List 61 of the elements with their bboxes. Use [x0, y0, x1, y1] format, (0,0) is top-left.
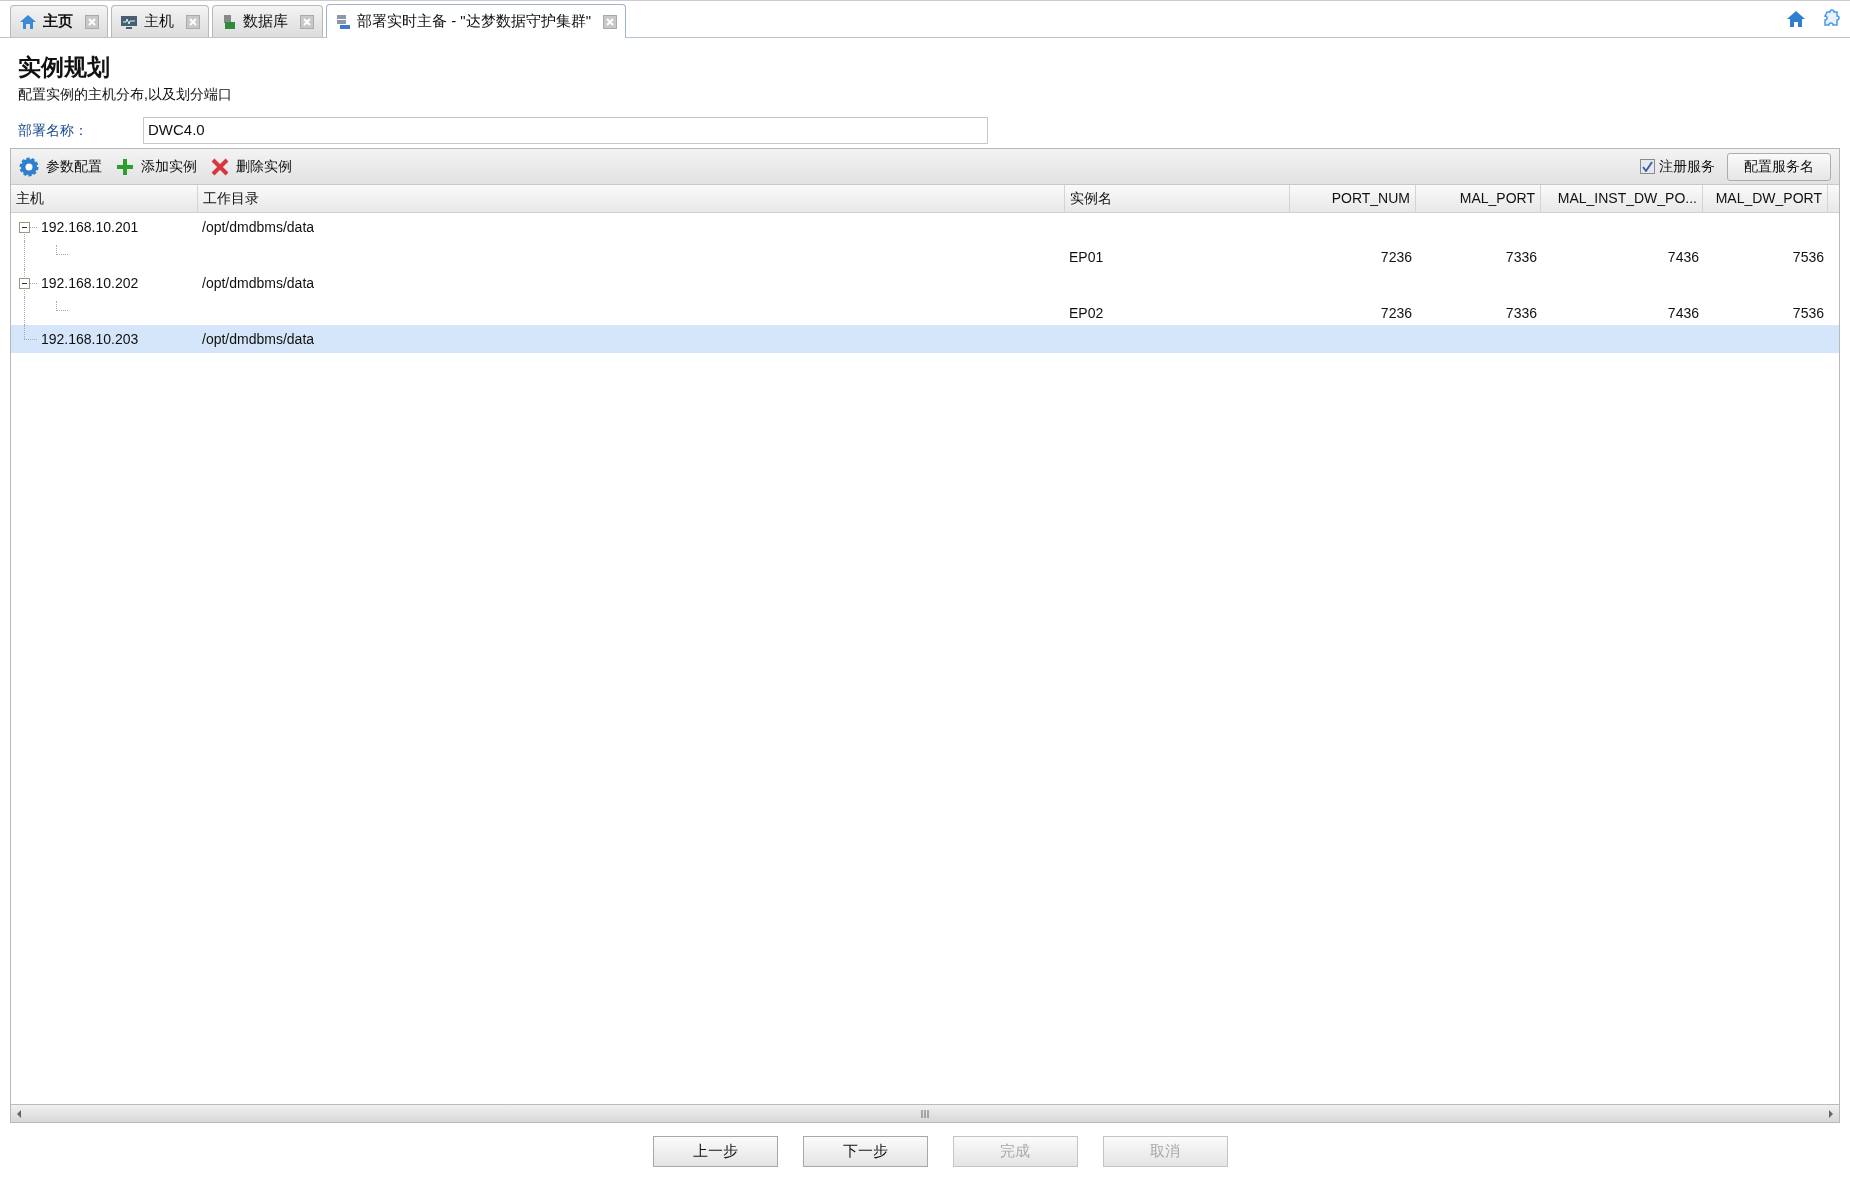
close-icon[interactable] [186, 14, 200, 29]
config-service-button[interactable]: 配置服务名 [1727, 152, 1831, 181]
page-title: 实例规划 [18, 53, 111, 82]
field-label: 部署名称： [18, 121, 89, 140]
column-header[interactable]: MAL_INST_DW_PO... [1541, 185, 1703, 212]
wizard-button[interactable]: 下一步 [802, 1135, 928, 1167]
port-number: 7336 [1505, 248, 1537, 267]
wizard-button[interactable]: 上一步 [652, 1135, 778, 1167]
column-header[interactable]: 主机 [11, 185, 198, 212]
port-number: 7236 [1380, 304, 1412, 323]
table-row[interactable]: 192.168.10.201 /opt/dmdbms/data [11, 213, 1839, 241]
port-number: 7536 [1792, 304, 1824, 323]
instance-name: EP01 [1069, 248, 1104, 267]
home-icon[interactable] [1786, 10, 1806, 28]
monitor-icon [120, 13, 138, 30]
port-number: 7236 [1380, 248, 1412, 267]
tab[interactable]: 主页 [10, 5, 108, 37]
port-number: 7536 [1792, 248, 1824, 267]
collapse-toggle-icon[interactable] [19, 278, 30, 289]
database-icon [221, 13, 237, 30]
port-number: 7336 [1505, 304, 1537, 323]
table-row[interactable]: EP01 7236 7336 7436 7536 [11, 241, 1839, 269]
gear-icon [19, 156, 39, 177]
column-header[interactable]: 工作目录 [198, 185, 1065, 212]
horizontal-scrollbar[interactable] [11, 1104, 1839, 1122]
toolbar-button[interactable]: 删除实例 [211, 156, 292, 177]
host-address: 192.168.10.203 [41, 329, 139, 349]
directory-path: /opt/dmdbms/data [202, 329, 315, 349]
tab[interactable]: 主机 [111, 5, 209, 37]
host-address: 192.168.10.201 [41, 217, 139, 237]
grip-icon [920, 1109, 930, 1118]
directory-path: /opt/dmdbms/data [202, 217, 315, 237]
check-icon [1642, 161, 1653, 172]
table-row[interactable]: 192.168.10.202 /opt/dmdbms/data [11, 269, 1839, 297]
deploy-name-field[interactable]: DWC4.0 [143, 117, 988, 144]
directory-path: /opt/dmdbms/data [202, 273, 315, 293]
table-row[interactable]: 192.168.10.203 /opt/dmdbms/data [11, 325, 1839, 353]
server-icon [335, 13, 351, 30]
column-header[interactable]: MAL_PORT [1416, 185, 1541, 212]
checkbox[interactable] [1640, 159, 1655, 174]
tab[interactable]: 数据库 [212, 5, 323, 37]
checkbox-label: 注册服务 [1659, 157, 1715, 176]
close-icon[interactable] [85, 14, 99, 29]
close-icon[interactable] [603, 14, 617, 29]
column-header[interactable]: PORT_NUM [1290, 185, 1416, 212]
toolbar-button[interactable]: 参数配置 [19, 156, 102, 177]
plus-icon [116, 157, 134, 176]
page-subtitle: 配置实例的主机分布,以及划分端口 [18, 85, 233, 104]
puzzle-icon[interactable] [1822, 9, 1842, 29]
column-header[interactable]: 实例名 [1065, 185, 1290, 212]
collapse-toggle-icon[interactable] [19, 222, 30, 233]
column-header[interactable]: MAL_DW_PORT [1703, 185, 1828, 212]
home-icon [19, 13, 37, 30]
delete-icon [211, 157, 229, 176]
close-icon[interactable] [300, 14, 314, 29]
tab[interactable]: 部署实时主备 - "达梦数据守护集群" [326, 4, 626, 38]
toolbar-button[interactable]: 添加实例 [116, 156, 197, 177]
port-number: 7436 [1667, 304, 1699, 323]
host-address: 192.168.10.202 [41, 273, 139, 293]
port-number: 7436 [1667, 248, 1699, 267]
instance-name: EP02 [1069, 304, 1104, 323]
